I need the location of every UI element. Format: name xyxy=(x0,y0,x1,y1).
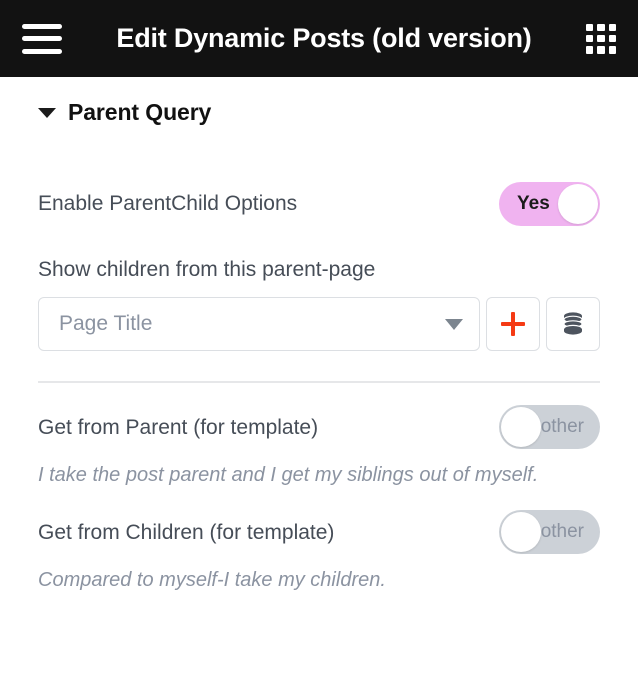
parent-page-select-row: Page Title xyxy=(38,297,600,352)
field-enable-parentchild-options: Enable ParentChild Options Yes xyxy=(38,182,600,226)
database-icon xyxy=(563,312,583,335)
field-label-get-from-parent: Get from Parent (for template) xyxy=(38,415,319,439)
toggle-state-label: other xyxy=(540,416,584,438)
hint-get-from-parent: I take the post parent and I get my sibl… xyxy=(38,464,539,487)
grid-dot xyxy=(586,23,594,31)
database-button[interactable] xyxy=(546,297,600,352)
field-label-enable-parentchild-options: Enable ParentChild Options xyxy=(38,192,298,216)
field-get-from-parent: Get from Parent (for template) other xyxy=(38,405,600,450)
settings-panel: Parent Query Enable ParentChild Options … xyxy=(0,99,638,593)
apps-grid-icon[interactable] xyxy=(586,23,616,54)
grid-dot xyxy=(597,34,605,43)
toggle-state-label: Yes xyxy=(517,193,550,214)
toggle-knob xyxy=(558,184,598,224)
grid-dot xyxy=(608,23,616,31)
add-item-button[interactable] xyxy=(486,297,540,352)
grid-dot xyxy=(608,34,616,43)
field-parent-page: Show children from this parent-page Page… xyxy=(38,256,600,352)
grid-dot xyxy=(586,34,594,43)
toggle-knob xyxy=(501,407,541,448)
hamburger-bar xyxy=(22,23,62,29)
field-label-parent-page: Show children from this parent-page xyxy=(38,258,376,281)
page-title: Edit Dynamic Posts (old version) xyxy=(116,23,532,53)
hamburger-bar xyxy=(22,36,62,41)
grid-dot xyxy=(597,23,605,31)
field-get-from-children: Get from Children (for template) other xyxy=(38,510,600,555)
parent-page-select[interactable]: Page Title xyxy=(38,297,480,352)
parent-page-select-value: Page Title xyxy=(59,312,153,336)
hint-get-from-children: Compared to myself-I take my children. xyxy=(38,569,386,592)
triangle-down-icon[interactable] xyxy=(38,107,56,118)
grid-dot xyxy=(597,46,605,54)
app-bar: Edit Dynamic Posts (old version) xyxy=(0,0,638,77)
grid-dot xyxy=(586,46,594,54)
grid-dot xyxy=(608,46,616,54)
hamburger-menu-icon[interactable] xyxy=(22,23,62,54)
section-header-parent-query[interactable]: Parent Query xyxy=(38,99,600,126)
toggle-get-from-parent[interactable]: other xyxy=(499,405,600,450)
toggle-enable-parentchild-options[interactable]: Yes xyxy=(499,182,600,226)
toggle-knob xyxy=(501,512,541,553)
plus-icon xyxy=(501,312,525,336)
chevron-down-icon[interactable] xyxy=(445,318,463,330)
field-label-get-from-children: Get from Children (for template) xyxy=(38,520,335,544)
toggle-get-from-children[interactable]: other xyxy=(499,510,600,555)
section-title: Parent Query xyxy=(68,99,212,125)
toggle-state-label: other xyxy=(540,521,584,543)
hamburger-bar xyxy=(22,48,62,54)
